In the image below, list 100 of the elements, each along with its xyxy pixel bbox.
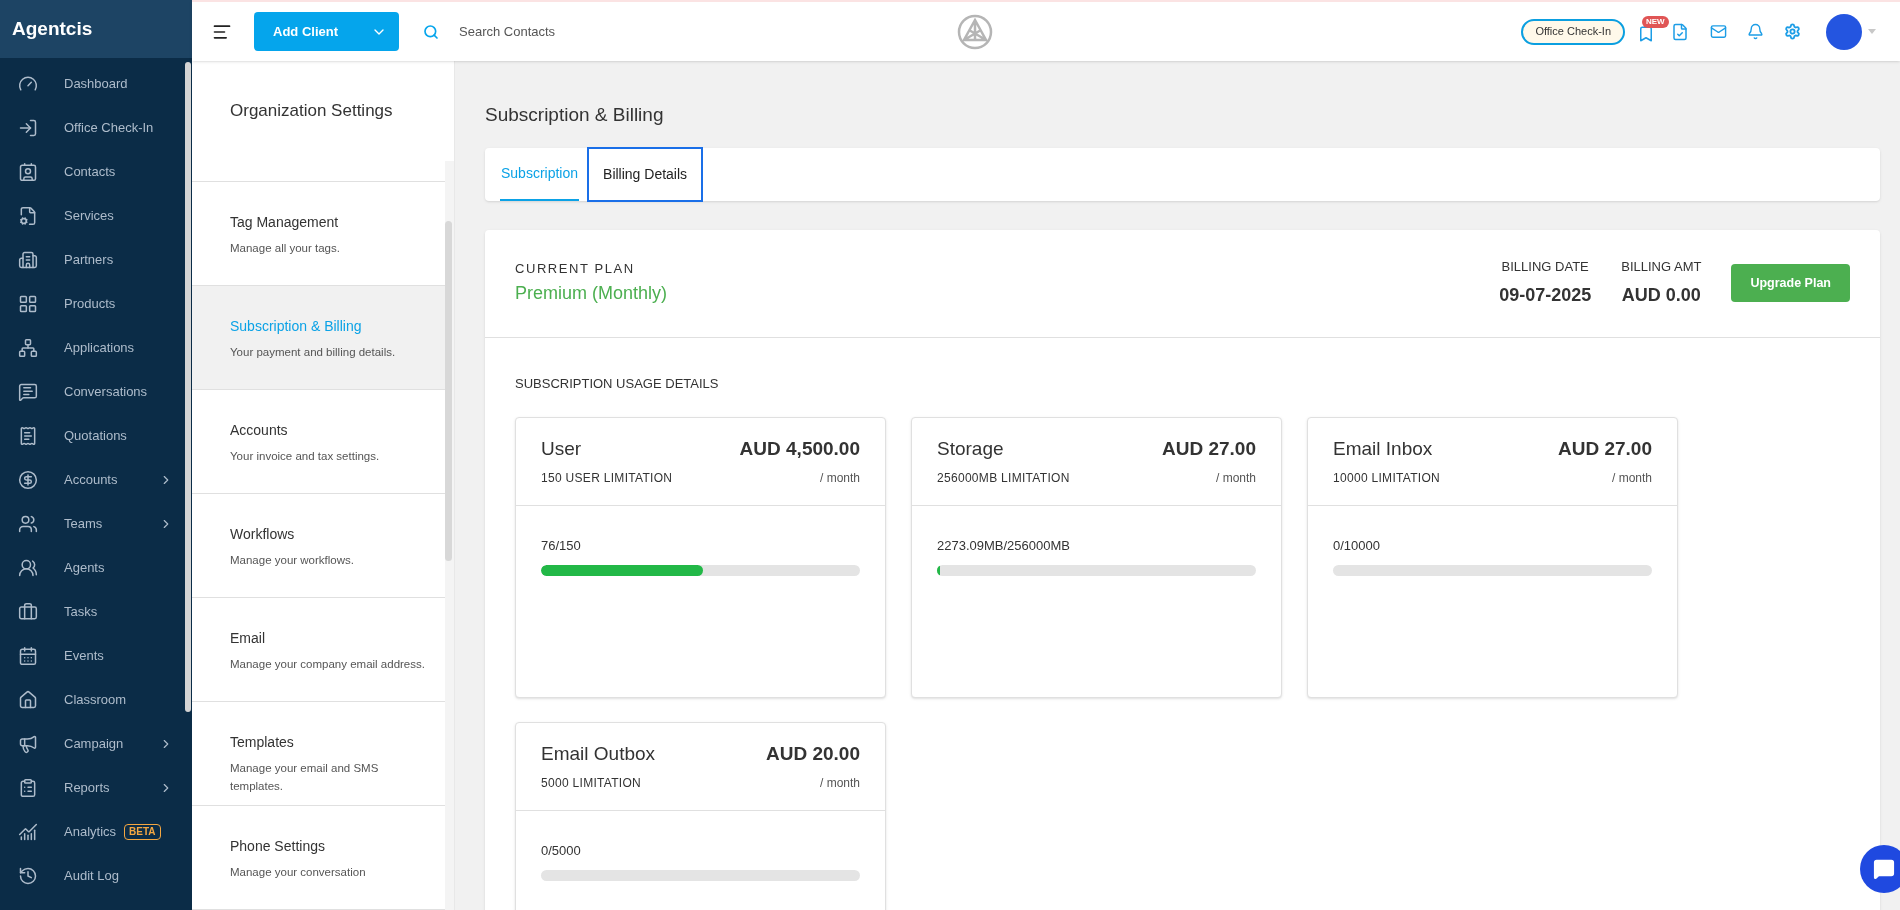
clipboard-icon xyxy=(18,778,38,798)
nav-item[interactable]: Partners xyxy=(0,238,185,282)
document-gear-icon xyxy=(18,206,38,226)
settings-item-description: Manage all your tags. xyxy=(230,241,341,256)
document-check-icon[interactable] xyxy=(1671,22,1689,41)
usage-limit: 10000 LIMITATION xyxy=(1333,470,1441,487)
usage-name: Email Inbox xyxy=(1333,436,1433,461)
settings-item-description: Your invoice and tax settings. xyxy=(230,449,381,464)
plan-name: Premium (Monthly) xyxy=(515,282,669,306)
usage-limit: 5000 LIMITATION xyxy=(541,775,642,792)
nav-item[interactable]: Teams xyxy=(0,502,185,546)
usage-price: AUD 27.00 xyxy=(1162,436,1256,461)
usage-period: / month xyxy=(1215,470,1256,487)
office-check-in-button[interactable]: Office Check-In xyxy=(1521,18,1625,45)
calendar-icon xyxy=(18,646,38,666)
usage-name: Storage xyxy=(937,436,1004,461)
nav-item[interactable]: Products xyxy=(0,282,185,326)
nav-item[interactable]: Applications xyxy=(0,326,185,370)
briefcase-icon xyxy=(18,602,38,622)
megaphone-icon xyxy=(18,734,38,754)
chat-icon xyxy=(1873,858,1895,880)
settings-item-description: Manage your conversation xyxy=(230,865,367,880)
receipt-icon xyxy=(18,426,38,446)
nav-item[interactable]: Reports xyxy=(0,766,185,810)
settings-title: Organization Settings xyxy=(230,101,393,120)
search-icon[interactable] xyxy=(423,23,439,40)
usage-price: AUD 20.00 xyxy=(766,741,860,766)
chart-icon xyxy=(18,822,38,842)
nav-item[interactable]: Dashboard xyxy=(0,62,185,106)
caret-icon[interactable] xyxy=(1868,29,1876,34)
avatar[interactable] xyxy=(1826,13,1862,50)
nav-item[interactable]: Analytics BETA xyxy=(0,810,185,854)
settings-item[interactable]: Subscription & Billing Your payment and billing details. xyxy=(192,286,445,390)
settings-item-description: Manage your workflows. xyxy=(230,553,355,568)
nav-item[interactable]: Tasks xyxy=(0,590,185,634)
nav-item[interactable]: Campaign xyxy=(0,722,185,766)
settings-item-title: Workflows xyxy=(230,525,296,544)
usage-limit: 150 USER LIMITATION xyxy=(541,470,673,487)
sign-in-icon xyxy=(18,118,38,138)
logo-emblem-icon xyxy=(957,13,994,50)
beta-badge: BETA xyxy=(124,824,161,840)
mail-icon[interactable] xyxy=(1710,23,1727,40)
usage-reading: 0/5000 xyxy=(541,843,581,858)
usage-period: / month xyxy=(819,775,860,792)
settings-item-description: Manage your email and SMS templates. xyxy=(230,761,380,794)
nav-item[interactable]: Accounts xyxy=(0,458,185,502)
nav-item[interactable]: Office Check-In xyxy=(0,106,185,150)
billing-amount: AUD 0.00 xyxy=(1621,284,1701,308)
page-title: Subscription & Billing xyxy=(485,103,664,127)
settings-item-title: Subscription & Billing xyxy=(230,317,363,336)
usage-name: User xyxy=(541,436,582,461)
settings-item-title: Email xyxy=(230,629,266,648)
nav-item[interactable]: Audit Log xyxy=(0,854,185,898)
nav-item[interactable]: Events xyxy=(0,634,185,678)
settings-item-title: Tag Management xyxy=(230,213,340,232)
network-icon xyxy=(18,338,38,358)
plan-label: CURRENT PLAN xyxy=(515,259,636,278)
billing-date: 09-07-2025 xyxy=(1499,284,1592,308)
billing-amount-label: BILLING AMT xyxy=(1621,257,1702,276)
usage-price: AUD 4,500.00 xyxy=(739,436,860,461)
usage-title: SUBSCRIPTION USAGE DETAILS xyxy=(515,375,719,391)
scrollbar[interactable] xyxy=(445,221,452,561)
settings-item-title: Phone Settings xyxy=(230,837,326,856)
nav-item[interactable]: Contacts xyxy=(0,150,185,194)
settings-item-description: Your payment and billing details. xyxy=(230,345,397,360)
settings-icon[interactable] xyxy=(1784,23,1801,40)
settings-item-title: Accounts xyxy=(230,421,289,440)
usage-name: Email Outbox xyxy=(541,741,656,766)
contact-card-icon xyxy=(18,162,38,182)
usage-period: / month xyxy=(819,470,860,487)
nav-item[interactable]: Conversations xyxy=(0,370,185,414)
users-icon xyxy=(18,514,38,534)
history-icon xyxy=(18,866,38,886)
nav-item[interactable]: Agents xyxy=(0,546,185,590)
usage-price: AUD 27.00 xyxy=(1558,436,1652,461)
tab[interactable]: Billing Details xyxy=(589,148,702,200)
chat-icon xyxy=(18,382,38,402)
nav-item[interactable]: Quotations xyxy=(0,414,185,458)
usage-limit: 256000MB LIMITATION xyxy=(937,470,1070,487)
brand-logo-text: Agentcis xyxy=(12,16,93,41)
dollar-icon xyxy=(18,470,38,490)
notifications-icon[interactable] xyxy=(1747,23,1764,40)
bookmark-icon[interactable] xyxy=(1637,24,1655,43)
search-field[interactable]: Search Contacts xyxy=(459,21,759,42)
settings-item-title: Templates xyxy=(230,733,295,752)
house-icon xyxy=(18,690,38,710)
usage-reading: 2273.09MB/256000MB xyxy=(937,538,1070,553)
usage-period: / month xyxy=(1611,470,1652,487)
billing-date-label: BILLING DATE xyxy=(1501,257,1589,276)
building-icon xyxy=(18,250,38,270)
new-badge: NEW xyxy=(1642,15,1669,28)
usage-reading: 0/10000 xyxy=(1333,538,1380,553)
settings-item-description: Manage your company email address. xyxy=(230,657,426,672)
nav-item[interactable]: Services xyxy=(0,194,185,238)
usage-reading: 76/150 xyxy=(541,538,581,553)
group-icon xyxy=(18,558,38,578)
scrollbar[interactable] xyxy=(185,62,191,712)
nav-item[interactable]: Classroom xyxy=(0,678,185,722)
grid-icon xyxy=(18,294,38,314)
gauge-icon xyxy=(18,74,38,94)
